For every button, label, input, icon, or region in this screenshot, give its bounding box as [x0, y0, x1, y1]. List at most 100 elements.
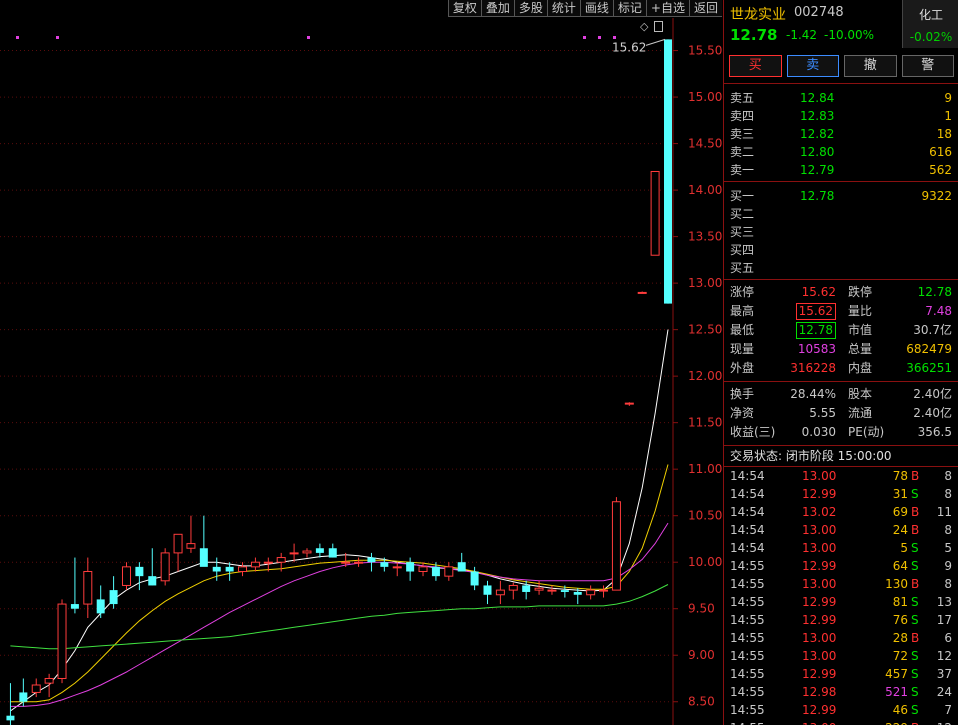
candle-body[interactable] — [199, 548, 208, 567]
candle-body[interactable] — [483, 585, 492, 595]
event-marker[interactable] — [56, 36, 59, 39]
tick-row[interactable]: 14:55 12.99 457 S 37 — [724, 665, 958, 683]
candle-body[interactable] — [83, 571, 93, 605]
candle-body[interactable] — [522, 585, 531, 592]
toolbar-button[interactable]: 画线 — [579, 0, 613, 17]
tick-price: 12.98 — [802, 685, 837, 699]
candle-body[interactable] — [96, 599, 105, 614]
candle-body[interactable] — [406, 562, 415, 572]
candle-body[interactable] — [560, 590, 569, 592]
candle-body[interactable] — [457, 562, 466, 572]
candle-body[interactable] — [341, 561, 351, 564]
event-marker[interactable] — [307, 36, 310, 39]
alert-button[interactable]: 警 — [901, 55, 954, 77]
candle-body[interactable] — [637, 291, 647, 294]
candle-body[interactable] — [328, 548, 337, 558]
candle-body[interactable] — [238, 566, 248, 573]
event-marker[interactable] — [613, 36, 616, 39]
candle-body[interactable] — [431, 566, 440, 577]
tick-row[interactable]: 14:55 13.00 28 B 6 — [724, 629, 958, 647]
candle-body[interactable] — [109, 590, 118, 605]
tick-row[interactable]: 14:54 13.00 78 B 8 — [724, 467, 958, 485]
candle-body[interactable] — [263, 561, 273, 564]
candle-body[interactable] — [547, 589, 557, 592]
candle-body[interactable] — [586, 589, 596, 596]
toolbar-button[interactable]: 返回 — [688, 0, 722, 17]
cancel-order-button[interactable]: 撤 — [844, 55, 897, 77]
tick-count: 8 — [944, 487, 952, 501]
candle-body[interactable] — [212, 566, 221, 572]
event-marker[interactable] — [16, 36, 19, 39]
toolbar-button[interactable]: 标记 — [612, 0, 646, 17]
order-level-volume: 1 — [944, 109, 952, 123]
toolbar-button[interactable]: +自选 — [645, 0, 689, 17]
candle-body[interactable] — [6, 715, 15, 721]
candle-body[interactable] — [534, 587, 544, 591]
toolbar-button[interactable]: 复权 — [447, 0, 481, 17]
tick-price: 13.00 — [802, 631, 837, 645]
candle-body[interactable] — [664, 39, 672, 304]
candle-body[interactable] — [148, 576, 157, 586]
kline-chart[interactable]: 15.50 15.00 14.50 14.00 13.50 13.00 12.50 12.00… — [0, 0, 722, 725]
candle-body[interactable] — [599, 589, 609, 592]
candle-body[interactable] — [57, 603, 67, 679]
tick-row[interactable]: 14:55 13.00 72 S 12 — [724, 647, 958, 665]
candle-body[interactable] — [392, 566, 402, 569]
tick-row[interactable]: 14:55 12.99 76 S 17 — [724, 611, 958, 629]
stock-name[interactable]: 世龙实业 — [730, 4, 786, 24]
candle-body[interactable] — [573, 591, 582, 595]
candle-body[interactable] — [276, 557, 286, 563]
candle-body[interactable] — [367, 557, 376, 563]
candle-body[interactable] — [624, 402, 634, 405]
toolbar-button[interactable]: 叠加 — [480, 0, 514, 17]
candle-body[interactable] — [160, 552, 170, 582]
stat-row: 收益(三) 0.030 PE(动) 356.5 — [724, 423, 958, 442]
tick-side: S — [911, 487, 919, 501]
candle-body[interactable] — [186, 543, 196, 549]
kline-chart-area[interactable]: 15.50 15.00 14.50 14.00 13.50 13.00 12.50 12.00… — [0, 0, 722, 725]
candle-body[interactable] — [302, 550, 312, 554]
candle-body[interactable] — [44, 677, 54, 684]
candle-body[interactable] — [135, 566, 144, 577]
tick-row[interactable]: 14:54 13.00 24 B 8 — [724, 521, 958, 539]
stat-value: 10583 — [797, 342, 836, 356]
candle-body[interactable] — [31, 684, 41, 693]
tick-row[interactable]: 14:55 13.00 229B 12 — [724, 719, 958, 725]
stat-value: 316228 — [790, 361, 836, 375]
candle-body[interactable] — [380, 562, 389, 567]
candle-body[interactable] — [250, 561, 260, 568]
candle-body[interactable] — [470, 571, 479, 586]
toolbar-button[interactable]: 统计 — [546, 0, 580, 17]
tick-row[interactable]: 14:55 12.98 521 S 24 — [724, 683, 958, 701]
candle-body[interactable] — [121, 566, 131, 586]
candle-body[interactable] — [315, 548, 324, 553]
panel-toggle-icon[interactable] — [654, 21, 664, 32]
candle-body[interactable] — [225, 566, 234, 572]
event-marker[interactable] — [583, 36, 586, 39]
toolbar-button[interactable]: 多股 — [513, 0, 547, 17]
candle-body[interactable] — [611, 501, 621, 591]
candle-body[interactable] — [495, 589, 505, 596]
sell-button[interactable]: 卖 — [786, 55, 839, 77]
candle-body[interactable] — [173, 533, 183, 554]
tick-row[interactable]: 14:55 12.99 46 S 7 — [724, 701, 958, 719]
candle-body[interactable] — [289, 552, 299, 555]
buy-button[interactable]: 买 — [729, 55, 782, 77]
candle-body[interactable] — [444, 566, 454, 577]
candle-body[interactable] — [508, 584, 518, 591]
tick-row[interactable]: 14:55 12.99 64 S 9 — [724, 557, 958, 575]
tick-row[interactable]: 14:54 13.00 5 S 5 — [724, 539, 958, 557]
diamond-icon[interactable]: ◇ — [640, 20, 648, 33]
candle-body[interactable] — [70, 604, 79, 609]
candle-body[interactable] — [418, 566, 428, 573]
tick-row[interactable]: 14:54 13.02 69 B 11 — [724, 503, 958, 521]
candle-body[interactable] — [19, 692, 28, 702]
candle-body[interactable] — [650, 170, 660, 256]
candle-body[interactable] — [354, 561, 364, 564]
tick-list[interactable]: 14:54 13.00 78 B 8 14:54 12.99 31 S 8 14:54 13.02 69… — [724, 467, 958, 725]
tick-row[interactable]: 14:55 12.99 81 S 13 — [724, 593, 958, 611]
order-level-label: 卖二 — [730, 145, 755, 159]
tick-row[interactable]: 14:55 13.00 130 B 8 — [724, 575, 958, 593]
event-marker[interactable] — [598, 36, 601, 39]
tick-row[interactable]: 14:54 12.99 31 S 8 — [724, 485, 958, 503]
